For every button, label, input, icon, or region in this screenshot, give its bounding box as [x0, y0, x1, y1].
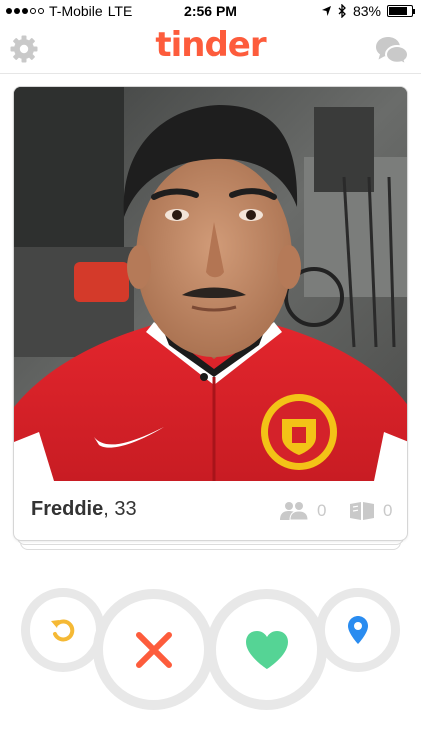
- app-header: tinder: [0, 22, 421, 74]
- close-icon: [135, 631, 172, 668]
- shared-interests-count: 0: [383, 501, 393, 520]
- status-bar: T-Mobile LTE 2:56 PM 83%: [0, 0, 421, 22]
- profile-name: Freddie: [31, 498, 104, 520]
- profile-age: , 33: [103, 498, 137, 520]
- location-arrow-icon: [321, 6, 331, 16]
- tinder-logo: tinder: [155, 25, 266, 65]
- location-button[interactable]: [316, 588, 400, 672]
- status-right: 83%: [321, 3, 415, 19]
- battery-percent: 83%: [352, 3, 381, 19]
- location-pin-icon: [348, 616, 368, 644]
- heart-icon: [245, 630, 288, 669]
- battery-icon: [387, 5, 415, 17]
- undo-button[interactable]: [21, 588, 105, 672]
- people-icon: [280, 502, 309, 521]
- bluetooth-icon: [338, 4, 346, 18]
- nope-button[interactable]: [93, 589, 214, 710]
- profile-info-bar: Freddie, 33 0 0: [14, 481, 407, 540]
- shared-friends-stat: 0: [279, 501, 326, 521]
- profile-photo[interactable]: [14, 87, 407, 481]
- chat-bubbles-icon[interactable]: [375, 35, 409, 65]
- shared-interests-stat: 0: [349, 501, 392, 521]
- shared-friends-count: 0: [317, 501, 327, 520]
- book-icon: [350, 502, 374, 520]
- like-button[interactable]: [206, 589, 327, 710]
- profile-name-age: Freddie, 33: [31, 498, 137, 521]
- undo-icon: [51, 619, 75, 642]
- profile-photo-image: [14, 87, 407, 481]
- battery-fill: [389, 7, 408, 15]
- profile-card[interactable]: Freddie, 33 0 0: [13, 86, 408, 541]
